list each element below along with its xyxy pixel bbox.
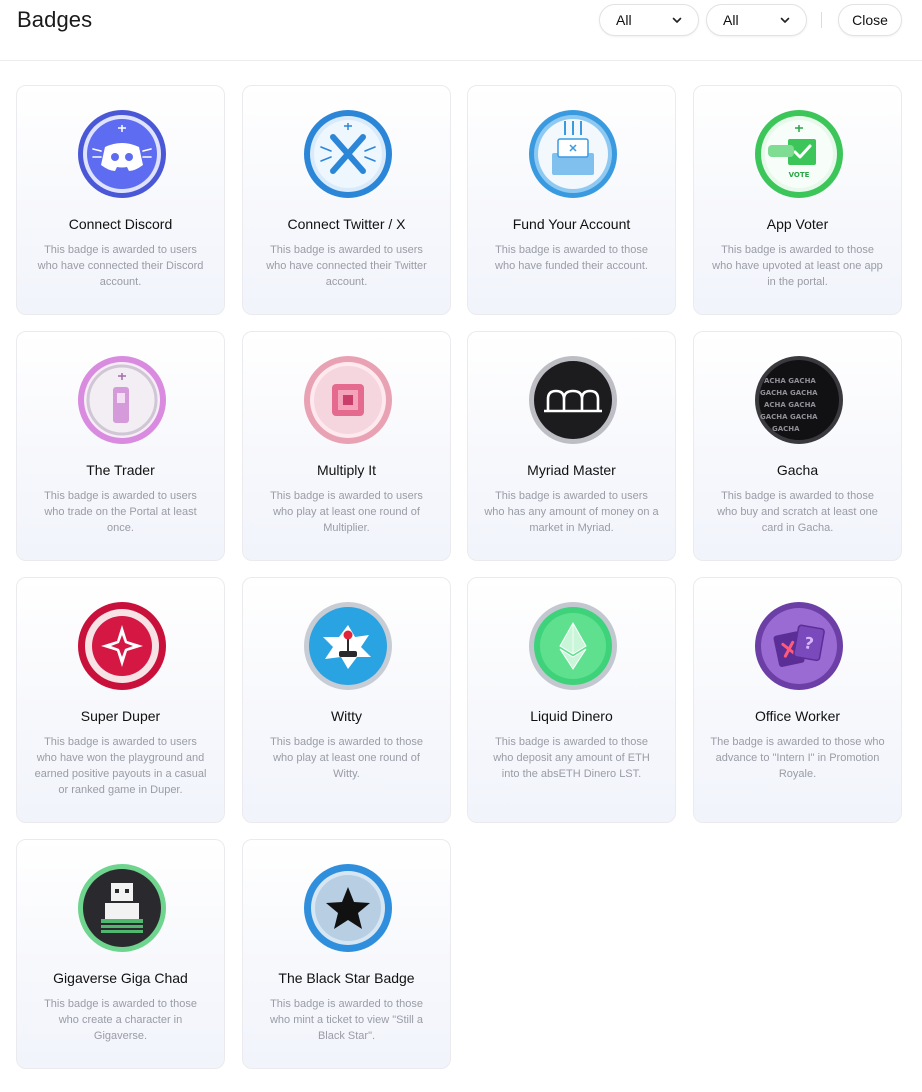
svg-text:GACHA GACHA: GACHA GACHA — [760, 413, 818, 421]
pixel-character-icon — [78, 864, 166, 952]
filter-dropdown-2[interactable]: All — [706, 4, 807, 36]
badge-card-office-worker[interactable]: ? Office Worker The badge is awarded to … — [693, 577, 902, 823]
badge-description: This badge is awarded to those who have … — [495, 244, 648, 272]
badge-description: This badge is awarded to users who have … — [37, 244, 204, 288]
badge-name: Super Duper — [80, 708, 161, 724]
badge-name: Fund Your Account — [512, 216, 631, 232]
vote-check-icon: VOTE — [755, 110, 843, 198]
trader-icon — [78, 356, 166, 444]
badge-description: This badge is awarded to those who play … — [270, 736, 423, 780]
badge-card-connect-discord[interactable]: Connect Discord This badge is awarded to… — [16, 85, 225, 315]
badge-card-fund-your-account[interactable]: Fund Your Account This badge is awarded … — [467, 85, 676, 315]
badge-card-liquid-dinero[interactable]: Liquid Dinero This badge is awarded to t… — [467, 577, 676, 823]
badge-card-black-star[interactable]: The Black Star Badge This badge is award… — [242, 839, 451, 1069]
svg-text:ACHA GACHA: ACHA GACHA — [764, 377, 816, 385]
badge-card-multiply-it[interactable]: Multiply It This badge is awarded to use… — [242, 331, 451, 561]
badge-description: This badge is awarded to those who mint … — [269, 998, 424, 1042]
fund-box-icon — [529, 110, 617, 198]
header-divider — [821, 12, 822, 28]
badge-card-gacha[interactable]: ACHA GACHA GACHA GACHA ACHA GACHA GACHA … — [693, 331, 902, 561]
multiplier-icon — [304, 356, 392, 444]
badge-card-connect-twitter[interactable]: Connect Twitter / X This badge is awarde… — [242, 85, 451, 315]
black-star-icon — [304, 864, 392, 952]
page-title: Badges — [17, 7, 93, 32]
filter-dropdown-1-value: All — [616, 12, 632, 28]
badge-card-witty[interactable]: Witty This badge is awarded to those who… — [242, 577, 451, 823]
badge-card-the-trader[interactable]: The Trader This badge is awarded to user… — [16, 331, 225, 561]
badge-description: This badge is awarded to users who trade… — [44, 490, 197, 534]
badge-description: This badge is awarded to users who have … — [266, 244, 427, 288]
discord-icon — [78, 110, 166, 198]
badge-name: Office Worker — [754, 708, 841, 724]
myriad-icon — [529, 356, 617, 444]
badge-name: Gigaverse Giga Chad — [53, 970, 188, 986]
badge-card-app-voter[interactable]: VOTE App Voter This badge is awarded to … — [693, 85, 902, 315]
badge-description: This badge is awarded to users who play … — [270, 490, 423, 534]
svg-text:GACHA: GACHA — [772, 425, 800, 433]
chevron-down-icon — [780, 17, 790, 23]
badge-name: Connect Twitter / X — [287, 216, 406, 232]
badge-name: Witty — [330, 708, 363, 724]
badge-description: This badge is awarded to those who have … — [712, 244, 883, 288]
badge-name: The Trader — [86, 462, 155, 478]
badge-card-gigaverse-giga-chad[interactable]: Gigaverse Giga Chad This badge is awarde… — [16, 839, 225, 1069]
badge-name: Liquid Dinero — [530, 708, 613, 724]
badge-description: This badge is awarded to those who creat… — [44, 998, 197, 1042]
chevron-down-icon — [672, 17, 682, 23]
badge-description: This badge is awarded to those who buy a… — [717, 490, 878, 534]
badge-description: This badge is awarded to those who depos… — [493, 736, 650, 780]
gacha-icon: ACHA GACHA GACHA GACHA ACHA GACHA GACHA … — [755, 356, 843, 444]
badge-name: Myriad Master — [527, 462, 616, 478]
x-logo-icon — [304, 110, 392, 198]
badge-card-myriad-master[interactable]: Myriad Master This badge is awarded to u… — [467, 331, 676, 561]
close-button[interactable]: Close — [838, 4, 902, 36]
badge-name: Multiply It — [316, 462, 377, 478]
svg-text:GACHA GACHA: GACHA GACHA — [760, 389, 818, 397]
joystick-icon — [304, 602, 392, 690]
badge-card-super-duper[interactable]: Super Duper This badge is awarded to use… — [16, 577, 225, 823]
badge-description: This badge is awarded to users who have … — [34, 736, 207, 796]
badge-name: Gacha — [776, 462, 819, 478]
badge-name: The Black Star Badge — [278, 970, 415, 986]
svg-text:VOTE: VOTE — [789, 171, 810, 179]
badge-description: The badge is awarded to those who advanc… — [710, 736, 885, 780]
cards-icon: ? — [755, 602, 843, 690]
star-compass-icon — [78, 602, 166, 690]
badge-name: Connect Discord — [68, 216, 173, 232]
filter-dropdown-2-value: All — [723, 12, 739, 28]
filter-dropdown-1[interactable]: All — [599, 4, 699, 36]
svg-text:ACHA GACHA: ACHA GACHA — [764, 401, 816, 409]
ethereum-icon — [529, 602, 617, 690]
badge-description: This badge is awarded to users who has a… — [484, 490, 659, 534]
page-header: Badges All All Close — [0, 0, 922, 61]
badge-name: App Voter — [766, 216, 829, 232]
